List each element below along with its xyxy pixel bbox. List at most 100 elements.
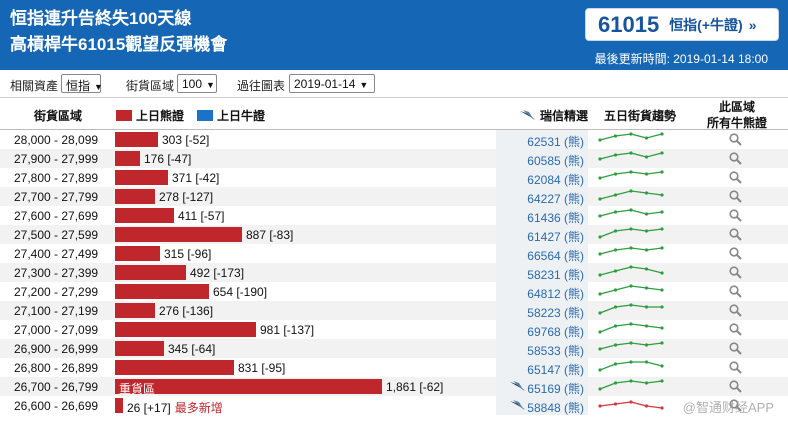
ubs-pick-cell[interactable]: 61436 (熊)	[496, 206, 588, 225]
bear-volume-bar	[115, 341, 164, 356]
table-row[interactable]: 27,700 - 27,799 278 [-127] 64227 (熊)	[0, 187, 788, 206]
ubs-pick-code[interactable]: 65169 (熊)	[527, 380, 584, 397]
last-updated-value: 2019-01-14 18:00	[673, 52, 768, 66]
ubs-pick-code[interactable]: 64227 (熊)	[527, 190, 584, 207]
table-row[interactable]: 27,500 - 27,599 887 [-83] 61427 (熊)	[0, 225, 788, 244]
bar-value-label: 981 [-137]	[260, 323, 314, 337]
bar-value-label: 278 [-127]	[159, 190, 213, 204]
col-ubs-header: 瑞信精選	[520, 107, 588, 124]
magnifier-icon[interactable]	[729, 209, 742, 222]
ubs-pick-code[interactable]: 69768 (熊)	[527, 323, 584, 340]
ubs-pick-code[interactable]: 66564 (熊)	[527, 247, 584, 264]
magnifier-icon[interactable]	[729, 323, 742, 336]
table-row[interactable]: 26,800 - 26,899 831 [-95] 65147 (熊)	[0, 358, 788, 377]
ubs-pick-cell[interactable]: 66564 (熊)	[496, 244, 588, 263]
magnifier-icon[interactable]	[729, 133, 742, 146]
magnifier-icon[interactable]	[729, 266, 742, 279]
magnifier-icon[interactable]	[729, 361, 742, 374]
bar-value-text: 411 [-57]	[178, 209, 225, 223]
bar-value-label: 315 [-96]	[164, 247, 211, 261]
asset-select[interactable]: 恒指 ▼	[61, 74, 103, 93]
ubs-pick-code[interactable]: 58848 (熊)	[527, 399, 584, 416]
row-range: 27,500 - 27,599	[14, 228, 99, 242]
ubs-pick-code[interactable]: 60585 (熊)	[527, 152, 584, 169]
magnifier-icon[interactable]	[729, 380, 742, 393]
five-day-trend-sparkline	[598, 265, 664, 277]
ubs-pick-cell[interactable]: 58533 (熊)	[496, 339, 588, 358]
row-range: 27,100 - 27,199	[14, 304, 99, 318]
watermark: @智通财经APP	[682, 400, 774, 415]
table-row[interactable]: 27,000 - 27,099 981 [-137] 69768 (熊)	[0, 320, 788, 339]
magnifier-icon[interactable]	[729, 247, 742, 260]
ubs-pick-code[interactable]: 58231 (熊)	[527, 266, 584, 283]
chart-date-select[interactable]: 2019-01-14 ▼	[289, 74, 375, 93]
magnifier-icon[interactable]	[729, 190, 742, 203]
asset-label: 相關資產	[10, 79, 59, 93]
ubs-pick-code[interactable]: 61436 (熊)	[527, 209, 584, 226]
ubs-pick-cell[interactable]: 58848 (熊)	[496, 396, 588, 415]
row-range: 28,000 - 28,099	[14, 133, 99, 147]
ubs-pick-cell[interactable]: 60585 (熊)	[496, 149, 588, 168]
bear-volume-bar	[115, 170, 168, 185]
warrant-link-button[interactable]: 61015 恒指(+牛證) »	[585, 8, 779, 41]
col-all-header-line2: 所有牛熊證	[707, 116, 768, 130]
chart-date-label: 過往圖表	[237, 79, 286, 93]
ubs-pick-cell[interactable]: 64812 (熊)	[496, 282, 588, 301]
bar-value-label: 1,861 [-62]	[386, 380, 443, 394]
ubs-pick-cell[interactable]: 69768 (熊)	[496, 320, 588, 339]
magnifier-icon[interactable]	[729, 304, 742, 317]
ubs-pick-cell[interactable]: 62084 (熊)	[496, 168, 588, 187]
ubs-pick-code[interactable]: 61427 (熊)	[527, 228, 584, 245]
five-day-trend-sparkline	[598, 284, 664, 296]
ubs-pick-code[interactable]: 65147 (熊)	[527, 361, 584, 378]
ubs-pick-cell[interactable]: 65147 (熊)	[496, 358, 588, 377]
ubs-pick-code[interactable]: 58223 (熊)	[527, 304, 584, 321]
bar-value-label: 26 [+17] 最多新增	[127, 399, 223, 416]
table-row[interactable]: 27,400 - 27,499 315 [-96] 66564 (熊)	[0, 244, 788, 263]
table-row[interactable]: 27,100 - 27,199 276 [-136] 58223 (熊)	[0, 301, 788, 320]
table-row[interactable]: 26,600 - 26,699 26 [+17] 最多新增 58848 (熊)	[0, 396, 788, 415]
table-row[interactable]: 27,600 - 27,699 411 [-57] 61436 (熊)	[0, 206, 788, 225]
zone-label: 街貨區域	[126, 79, 175, 93]
magnifier-icon[interactable]	[729, 152, 742, 165]
ubs-pick-code[interactable]: 62531 (熊)	[527, 133, 584, 150]
bar-value-label: 654 [-190]	[213, 285, 267, 299]
ubs-pick-cell[interactable]: 58223 (熊)	[496, 301, 588, 320]
table-row[interactable]: 27,900 - 27,999 176 [-47] 60585 (熊)	[0, 149, 788, 168]
bar-value-label: 276 [-136]	[159, 304, 213, 318]
most-added-note: 最多新增	[174, 401, 223, 415]
bear-volume-bar	[115, 132, 158, 147]
magnifier-icon[interactable]	[729, 171, 742, 184]
asset-select-value: 恒指	[66, 79, 91, 93]
ubs-pick-cell[interactable]: 61427 (熊)	[496, 225, 588, 244]
five-day-trend-sparkline	[598, 208, 664, 218]
five-day-trend-sparkline	[598, 246, 664, 256]
ubs-pick-code[interactable]: 62084 (熊)	[527, 171, 584, 188]
row-range: 27,600 - 27,699	[14, 209, 99, 223]
ubs-pick-cell[interactable]: 58231 (熊)	[496, 263, 588, 282]
bear-volume-bar	[115, 189, 155, 204]
table-row[interactable]: 27,300 - 27,399 492 [-173] 58231 (熊)	[0, 263, 788, 282]
ubs-pick-cell[interactable]: 65169 (熊)	[496, 377, 588, 396]
magnifier-icon[interactable]	[729, 342, 742, 355]
table-row[interactable]: 26,700 - 26,799 重貨區 1,861 [-62] 65169 (熊)	[0, 377, 788, 396]
dropdown-caret-icon: ▼	[94, 82, 103, 92]
col-range-header: 街貨區域	[34, 109, 83, 123]
ubs-logo-icon	[510, 400, 526, 410]
ubs-pick-code[interactable]: 58533 (熊)	[527, 342, 584, 359]
bull-legend: 上日牛證	[197, 107, 265, 124]
ubs-pick-cell[interactable]: 62531 (熊)	[496, 130, 588, 149]
ubs-pick-code[interactable]: 64812 (熊)	[527, 285, 584, 302]
magnifier-icon[interactable]	[729, 285, 742, 298]
ubs-pick-cell[interactable]: 64227 (熊)	[496, 187, 588, 206]
table-row[interactable]: 28,000 - 28,099 303 [-52] 62531 (熊)	[0, 130, 788, 149]
zone-select[interactable]: 100 ▼	[177, 74, 217, 93]
five-day-trend-sparkline	[598, 227, 664, 239]
five-day-trend-sparkline	[598, 132, 664, 142]
table-row[interactable]: 26,900 - 26,999 345 [-64] 58533 (熊)	[0, 339, 788, 358]
table-row[interactable]: 27,800 - 27,899 371 [-42] 62084 (熊)	[0, 168, 788, 187]
magnifier-icon[interactable]	[729, 228, 742, 241]
col-ubs-label: 瑞信精選	[540, 109, 589, 123]
row-range: 27,700 - 27,799	[14, 190, 99, 204]
table-row[interactable]: 27,200 - 27,299 654 [-190] 64812 (熊)	[0, 282, 788, 301]
